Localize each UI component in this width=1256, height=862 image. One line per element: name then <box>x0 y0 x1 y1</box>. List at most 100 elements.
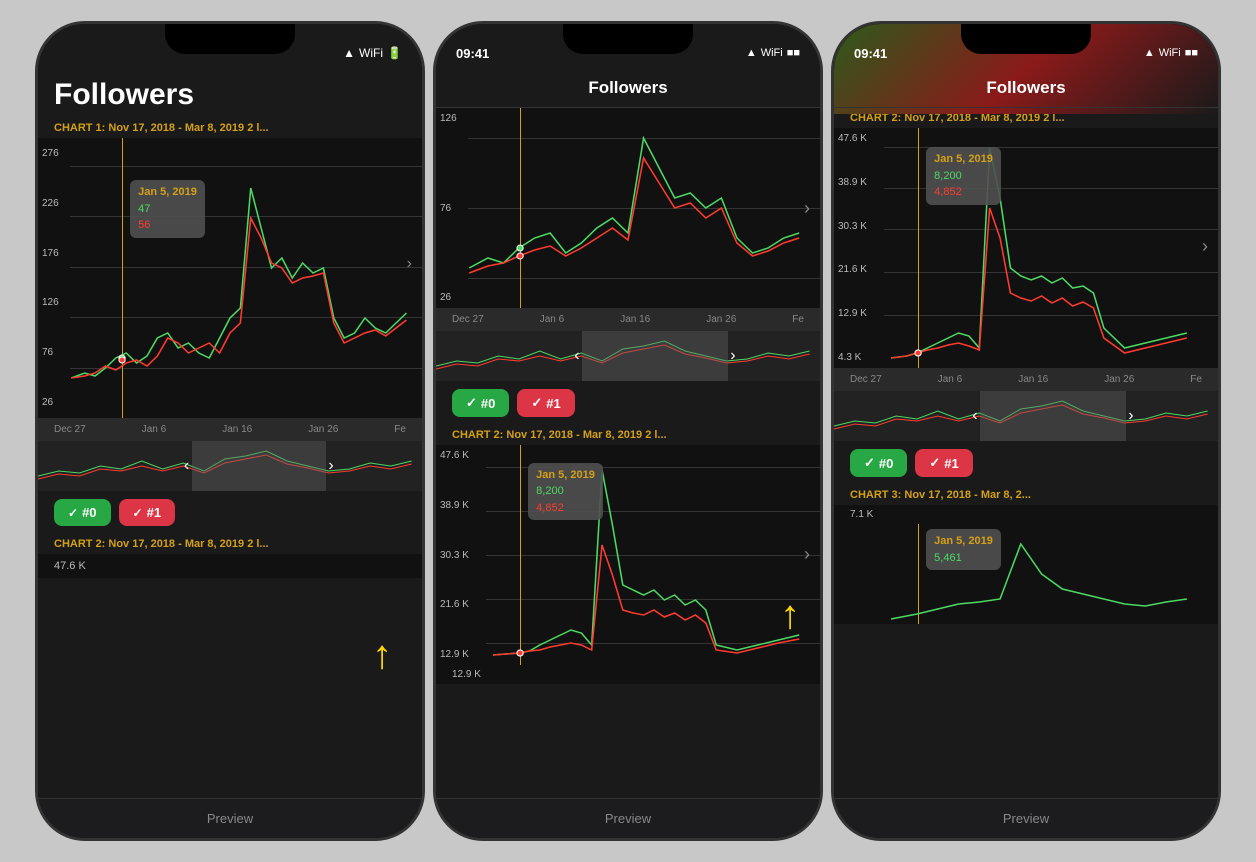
tl-label: Fe <box>792 314 804 325</box>
nav-title-2: Followers <box>588 78 667 98</box>
series1-2: #1 <box>546 396 560 411</box>
status-icons-2: ▲ WiFi ■■ <box>746 47 800 59</box>
timeline-label: Fe <box>394 424 406 435</box>
tooltip-val3-1: 8,200 <box>934 168 993 185</box>
chart1-label-1: CHART 1: Nov 17, 2018 - Mar 8, 2019 2 l.… <box>38 118 422 138</box>
nav-title-3: Followers <box>986 78 1065 98</box>
series0-2: #0 <box>481 396 495 411</box>
tl3-label: Jan 26 <box>1104 374 1134 385</box>
y-label: 126 <box>440 113 457 124</box>
chart2-main-2: 47.6 K 38.9 K 30.3 K 21.6 K 12.9 K <box>436 445 820 665</box>
phone-2: 09:41 ▲ WiFi ■■ Followers 126 76 <box>433 21 823 841</box>
series-btn-0-2[interactable]: ✓ #0 <box>452 389 509 417</box>
y-label: 276 <box>42 148 59 159</box>
chevron-right-2b[interactable]: › <box>804 544 810 565</box>
tooltip-val2: 56 <box>138 217 197 234</box>
mini-chart-2: ‹ › <box>436 331 820 381</box>
y-label: 226 <box>42 198 59 209</box>
series-buttons-3: ✓ #0 ✓ #1 <box>834 441 1218 485</box>
tooltip-val3-2: 4,852 <box>934 184 993 201</box>
phone-3: 09:41 ▲ WiFi ■■ Followers CHART 2: Nov 1… <box>831 21 1221 841</box>
chart1-svg <box>38 138 422 418</box>
tooltip-val3b: 5,461 <box>934 550 993 567</box>
series1-label: #1 <box>147 505 161 520</box>
timeline-label: Dec 27 <box>54 424 86 435</box>
series-btn-0[interactable]: ✓ #0 <box>54 499 111 526</box>
chart-tooltip-3: Jan 5, 2019 8,200 4,852 <box>926 147 1001 205</box>
nav-bar-2: Followers <box>436 68 820 108</box>
timeline-label: Jan 6 <box>142 424 166 435</box>
mini-left-chevron[interactable]: ‹ <box>184 457 189 475</box>
chart-tooltip-3b: Jan 5, 2019 5,461 <box>926 529 1001 570</box>
chevron-right-2[interactable]: › <box>804 198 810 219</box>
timeline-bar-2: Dec 27 Jan 6 Jan 16 Jan 26 Fe <box>436 308 820 331</box>
mini-left-chevron-3[interactable]: ‹ <box>972 407 977 425</box>
mini-right-chevron[interactable]: › <box>328 457 333 475</box>
chevron-right-3[interactable]: › <box>1202 236 1208 257</box>
tab-bar-3: Preview <box>834 798 1218 838</box>
preview-tab-2[interactable]: Preview <box>605 811 651 826</box>
mini-right-chevron-2[interactable]: › <box>730 347 735 365</box>
yellow-arrow-1: ↑ <box>372 633 392 678</box>
tl3-label: Dec 27 <box>850 374 882 385</box>
y-label: 76 <box>42 347 59 358</box>
chart2-main-3: 47.6 K 38.9 K 30.3 K 21.6 K 12.9 K 4.3 K <box>834 128 1218 368</box>
series-buttons-1: ✓ #0 ✓ #1 <box>38 491 422 534</box>
mini-chart-3: ‹ › <box>834 391 1218 441</box>
tab-bar-2: Preview <box>436 798 820 838</box>
mini-right-chevron-3[interactable]: › <box>1128 407 1133 425</box>
tooltip-date: Jan 5, 2019 <box>138 184 197 201</box>
chart1-chevron[interactable]: › <box>407 255 412 273</box>
series0-3: #0 <box>879 456 893 471</box>
tooltip-val2-2: 4,852 <box>536 500 595 517</box>
tab-bar-1: Preview <box>38 798 422 838</box>
y-label: 176 <box>42 248 59 259</box>
tooltip-val1: 47 <box>138 201 197 218</box>
status-icons-1: ▲WiFi🔋 <box>343 46 402 60</box>
tooltip-date-3: Jan 5, 2019 <box>934 151 993 168</box>
series-btn-0-3[interactable]: ✓ #0 <box>850 449 907 477</box>
series-btn-1[interactable]: ✓ #1 <box>119 499 176 526</box>
series-btn-1-2[interactable]: ✓ #1 <box>517 389 574 417</box>
chart3-label-3: CHART 3: Nov 17, 2018 - Mar 8, 2... <box>834 485 1218 505</box>
tl-label: Jan 26 <box>706 314 736 325</box>
timeline-bar-1: Dec 27 Jan 6 Jan 16 Jan 26 Fe <box>38 418 422 441</box>
status-time-3: 09:41 <box>854 46 887 61</box>
chart2-svg-3 <box>834 128 1218 368</box>
tooltip-val2-1: 8,200 <box>536 483 595 500</box>
preview-tab-1[interactable]: Preview <box>207 811 253 826</box>
tl-label: Jan 6 <box>540 314 564 325</box>
series1-3: #1 <box>944 456 958 471</box>
yellow-arrow-2: ↑ <box>780 593 800 638</box>
chart2-partial-2: 12.9 K <box>436 665 820 684</box>
large-title-1: Followers <box>38 68 422 118</box>
chart3-svg-3 <box>834 524 1218 624</box>
y-label: 126 <box>42 297 59 308</box>
tl3-label: Jan 6 <box>938 374 962 385</box>
chart-tooltip-1: Jan 5, 2019 47 56 <box>130 180 205 238</box>
tooltip-date-3b: Jan 5, 2019 <box>934 533 993 550</box>
chart1-main-1: 276 226 176 126 76 26 <box>38 138 422 418</box>
tooltip-date-2: Jan 5, 2019 <box>536 467 595 484</box>
status-time-2: 09:41 <box>456 46 489 61</box>
chart2-label-2: CHART 2: Nov 17, 2018 - Mar 8, 2019 2 l.… <box>436 425 820 445</box>
mini-left-chevron-2[interactable]: ‹ <box>574 347 579 365</box>
series0-label: #0 <box>82 505 96 520</box>
tl-label: Dec 27 <box>452 314 484 325</box>
chart3-partial-3: Jan 5, 2019 5,461 <box>834 524 1218 624</box>
chart-tooltip-2: Jan 5, 2019 8,200 4,852 <box>528 463 603 521</box>
chart-svg-2 <box>436 108 820 308</box>
series-btn-1-3[interactable]: ✓ #1 <box>915 449 972 477</box>
series-buttons-2: ✓ #0 ✓ #1 <box>436 381 820 425</box>
tl-label: Jan 16 <box>620 314 650 325</box>
mini-chart-1: ‹ › <box>38 441 422 491</box>
tl3-label: Jan 16 <box>1018 374 1048 385</box>
phone-1: ▲WiFi🔋 Followers CHART 1: Nov 17, 2018 -… <box>35 21 425 841</box>
status-icons-3: ▲ WiFi ■■ <box>1144 47 1198 59</box>
chart3-yaxis-3: 7.1 K <box>834 505 1218 524</box>
chart2-label-1: CHART 2: Nov 17, 2018 - Mar 8, 2019 2 l.… <box>38 534 422 554</box>
y-label: 76 <box>440 203 457 214</box>
y-label: 26 <box>42 397 59 408</box>
preview-tab-3[interactable]: Preview <box>1003 811 1049 826</box>
tl3-label: Fe <box>1190 374 1202 385</box>
